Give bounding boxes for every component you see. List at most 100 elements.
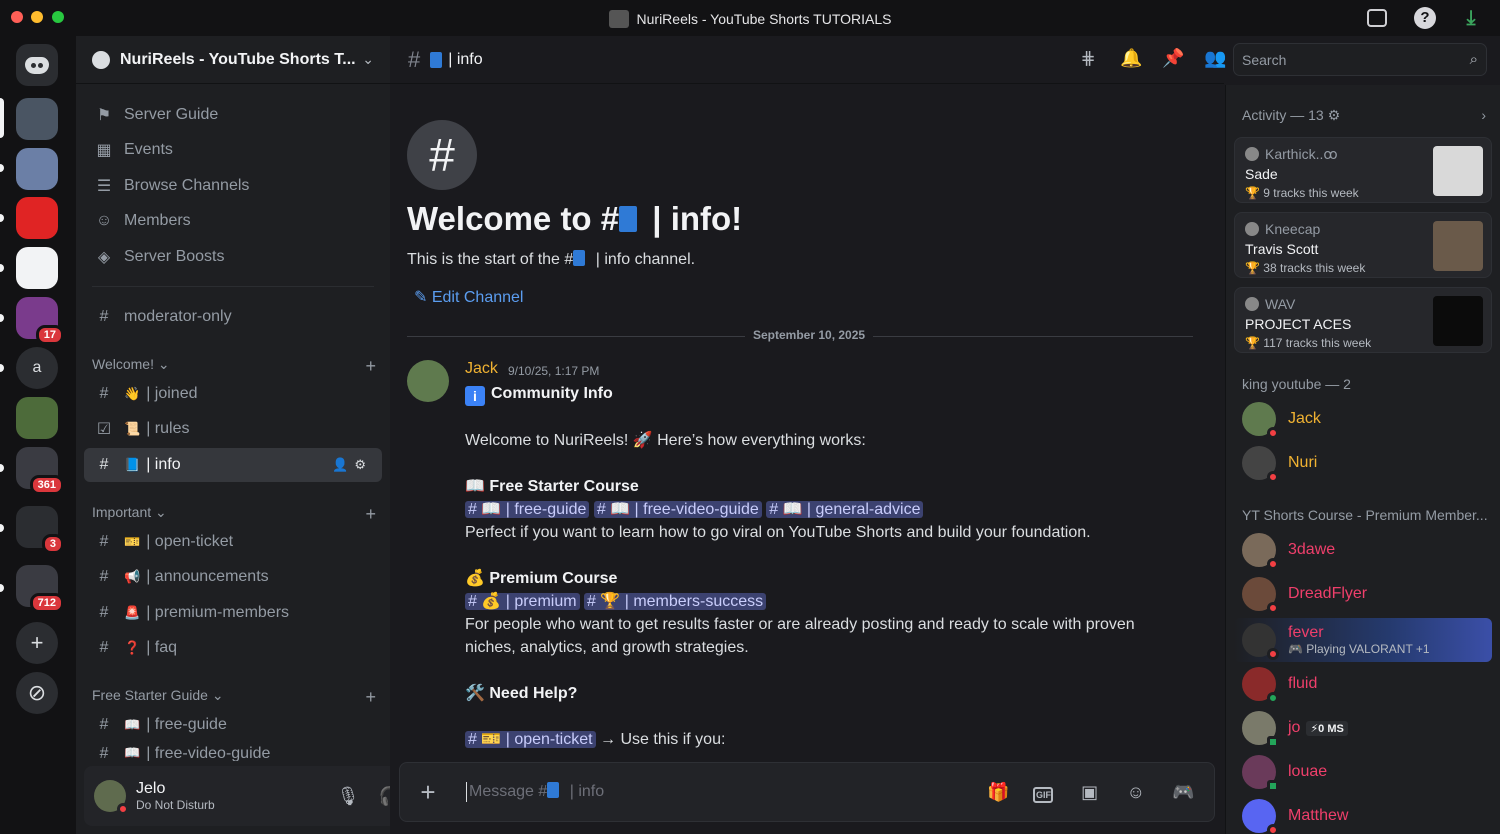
inbox-icon[interactable] [1367,9,1387,27]
channel-info[interactable]: # 📘 | info 👤⚙ [84,448,382,482]
unread-pill [0,364,4,372]
category-important[interactable]: Important ⌄ + [92,504,376,525]
nav-members[interactable]: ☺ Members [84,204,382,238]
member-fluid[interactable]: fluid [1242,664,1317,704]
book-icon: 📖 [124,745,141,760]
channel-mention[interactable]: # 📖 | general-advice [766,501,924,518]
avatar[interactable] [94,780,129,815]
activity-card[interactable]: WAV PROJECT ACES 🏆 117 tracks this week [1234,287,1492,353]
gift-icon[interactable]: 🎁 [987,782,1009,803]
rules-channel-icon: ☑ [96,421,112,438]
add-channel-icon[interactable]: + [365,687,376,708]
category-free-starter-guide[interactable]: Free Starter Guide ⌄ + [92,687,376,708]
server-youtube-shorts[interactable] [16,197,58,239]
download-icon[interactable]: ⤓ [1460,7,1482,29]
search-icon: ⌕ [1469,51,1478,68]
upload-plus-icon[interactable]: + [400,777,456,808]
server-a[interactable]: a [16,347,58,389]
active-server-pill [0,98,4,138]
add-server-button[interactable]: + [16,622,58,664]
member-list-icon[interactable]: 👥 [1204,48,1226,69]
member-nuri[interactable]: Nuri [1242,443,1317,483]
edit-channel-link[interactable]: ✎ Edit Channel [414,287,523,307]
channel-joined[interactable]: # 👋 | joined [84,377,382,411]
server-folder-1[interactable]: 361 [16,447,64,495]
blue-book-icon [430,51,443,68]
pin-icon[interactable]: 📌 [1162,48,1184,69]
nav-events[interactable]: ▦ Events [84,133,382,167]
channel-mention[interactable]: # 🎫 | open-ticket [465,731,596,748]
member-fever[interactable]: fever 🎮 Playing VALORANT +1 [1242,620,1430,660]
channel-free-guide[interactable]: # 📖 | free-guide [84,708,382,742]
server-header[interactable]: NuriReels - YouTube Shorts T... ⌄ [76,36,390,84]
channel-label: | premium-members [146,604,290,621]
unread-pill [0,524,4,532]
discord-logo-icon [25,56,49,74]
avatar [1245,147,1259,161]
server-4[interactable] [16,247,58,289]
category-welcome[interactable]: Welcome! ⌄ + [92,356,376,377]
microphone-icon[interactable]: 🎙 [332,780,364,812]
channel-mention[interactable]: # 📖 | free-guide [465,501,590,518]
threads-icon[interactable]: ⋕ [1078,48,1098,69]
gear-icon[interactable]: ⚙ [1328,107,1341,123]
member-jo[interactable]: jo ⚡0 MS [1242,708,1348,748]
avatar [1245,222,1259,236]
activity-card[interactable]: Karthick..ꝏ Sade 🏆 9 tracks this week [1234,137,1492,203]
nav-server-guide[interactable]: ⚑ Server Guide [84,98,382,132]
emoji-icon[interactable]: ☺ [1126,782,1146,803]
member-3dawe[interactable]: 3dawe [1242,530,1335,570]
channel-moderator-only[interactable]: # moderator-only [84,300,382,334]
channel-rules[interactable]: ☑ 📜 | rules [84,412,382,446]
channel-free-video-guide[interactable]: # 📖 | free-video-guide [84,743,382,761]
direct-messages-button[interactable] [16,44,58,86]
activity-count: 9 tracks this week [1263,186,1359,200]
server-nurireels[interactable] [16,98,58,140]
channel-mention[interactable]: # 🏆 | members-success [584,593,767,610]
help-icon[interactable]: ? [1414,7,1436,29]
blue-book-icon [573,250,586,266]
member-matthew[interactable]: Matthew [1242,796,1348,834]
server-folder-3[interactable]: 712 [16,565,64,613]
avatar [1242,711,1279,748]
message-author[interactable]: Jack [465,360,498,378]
welcome-subtitle: This is the start of the # | info channe… [407,250,696,268]
chevron-right-icon[interactable]: › [1481,107,1486,124]
hash-icon: # [99,385,109,402]
member-louae[interactable]: louae [1242,752,1327,792]
notification-bell-icon[interactable]: 🔔 [1120,48,1142,69]
nav-browse-channels[interactable]: ☰ Browse Channels [84,169,382,203]
add-channel-icon[interactable]: + [365,356,376,377]
dnd-status-icon [1267,648,1279,660]
activity-header[interactable]: Activity — 13 ⚙ › [1242,107,1486,124]
member-activity: Playing VALORANT +1 [1306,642,1430,656]
nav-server-boosts[interactable]: ◈ Server Boosts [84,240,382,274]
channel-mention[interactable]: # 💰 | premium [465,593,580,610]
channel-open-ticket[interactable]: # 🎫 | open-ticket [84,525,382,559]
date-label: September 10, 2025 [745,328,874,342]
server-folder-2[interactable]: 3 [16,506,64,554]
search-input[interactable]: Search ⌕ [1233,43,1487,76]
member-jack[interactable]: Jack [1242,399,1321,439]
discover-icon[interactable]: ⊘ [16,672,58,714]
avatar[interactable] [407,360,449,402]
channel-mention[interactable]: # 📖 | free-video-guide [593,501,762,518]
channel-settings-icon[interactable]: 👤⚙ [332,457,372,473]
channel-faq[interactable]: # ❓ | faq [84,631,382,665]
sticker-icon[interactable]: ▣ [1080,782,1100,803]
server-7[interactable] [16,397,58,439]
megaphone-icon: 📢 [124,569,141,584]
blue-book-icon: 📘 [124,457,141,472]
member-dreadflyer[interactable]: DreadFlyer [1242,574,1367,614]
channel-announcements[interactable]: # 📢 | announcements [84,560,382,594]
server-5[interactable]: 17 [16,297,64,345]
user-info[interactable]: Jelo Do Not Disturb [136,780,322,812]
activity-card[interactable]: Kneecap Travis Scott 🏆 38 tracks this we… [1234,212,1492,278]
add-channel-icon[interactable]: + [365,504,376,525]
composer-tools: 🎁 GIF ▣ ☺ 🎮 [987,782,1214,803]
apps-gamepad-icon[interactable]: 🎮 [1172,782,1194,803]
message-input[interactable]: Message # | info [466,782,987,802]
channel-premium-members[interactable]: # 🚨 | premium-members [84,596,382,630]
server-2[interactable] [16,148,58,190]
gif-icon[interactable]: GIF [1033,786,1054,803]
